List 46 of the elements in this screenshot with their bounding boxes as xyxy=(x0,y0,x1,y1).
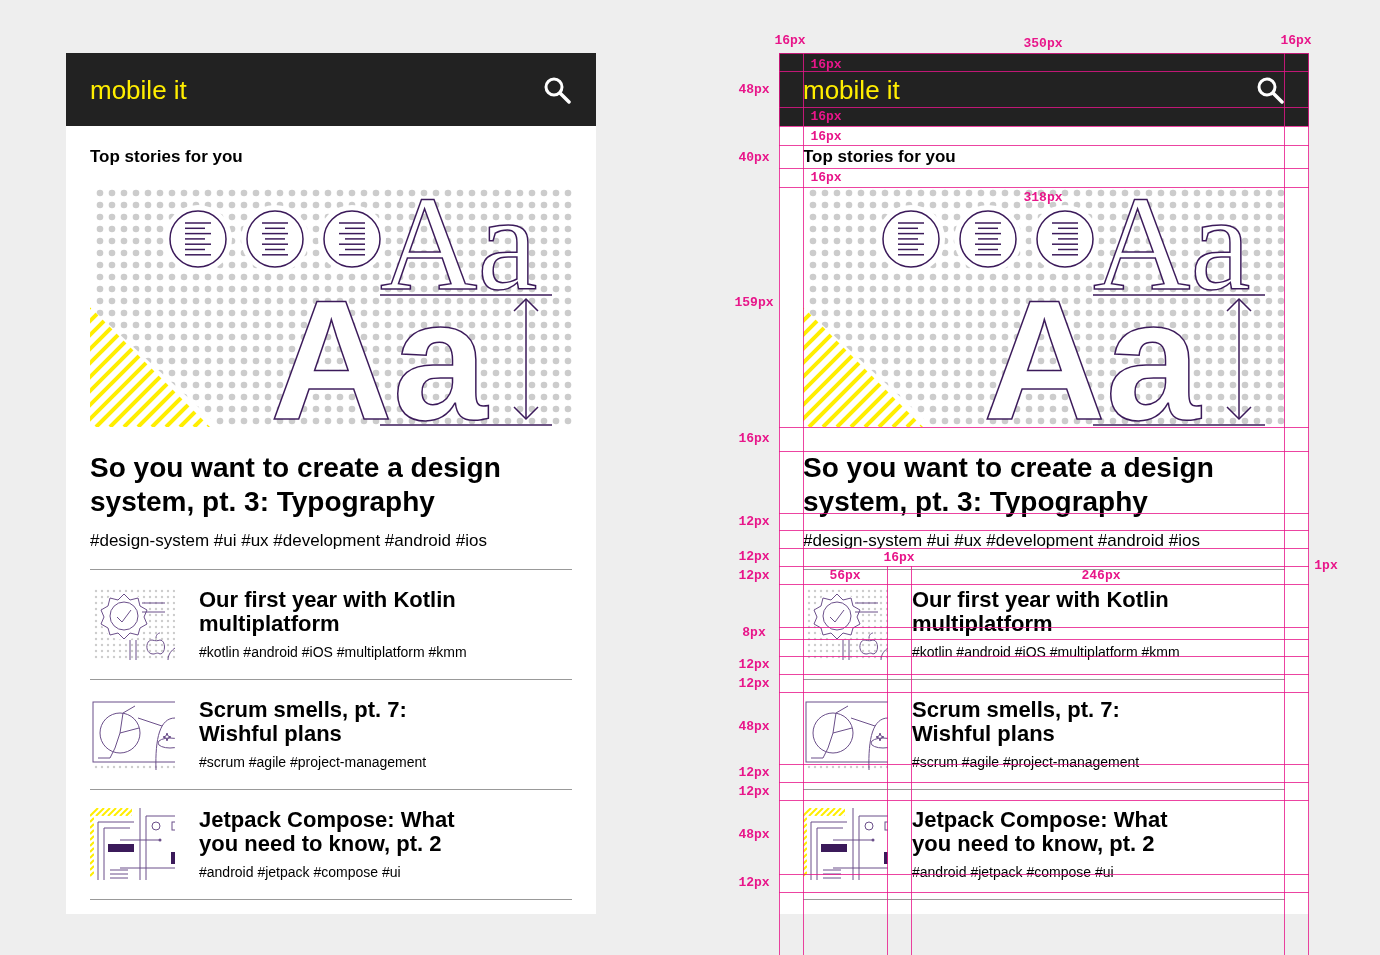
spacing-label: 16px xyxy=(883,550,915,564)
story-tags: #kotlin #android #iOS #multiplatform #kmm xyxy=(912,644,1180,661)
story-title[interactable]: Our first year with Kotlin multiplatform xyxy=(199,588,467,636)
spacing-label: 8px xyxy=(742,625,766,639)
spacing-label: 12px xyxy=(738,657,770,671)
spacing-label: 48px xyxy=(738,719,770,733)
story-title[interactable]: Scrum smells, pt. 7: Wishful plans xyxy=(912,698,1140,746)
spacing-label: 12px xyxy=(738,676,770,690)
spacing-label: 16px xyxy=(738,431,770,445)
search-icon xyxy=(543,75,571,104)
story-tags: #scrum #agile #project-management xyxy=(199,754,427,771)
spacing-label: 48px xyxy=(738,827,770,841)
spacing-label: 56px xyxy=(829,568,861,582)
app-title: mobile it xyxy=(803,76,900,103)
spacing-label: 16px xyxy=(810,170,842,184)
spacing-label: 12px xyxy=(738,568,770,582)
story-tags: #kotlin #android #iOS #multiplatform #kmm xyxy=(199,644,467,661)
featured-story-title[interactable]: So you want to create a design system, pt. 3: Typography xyxy=(90,451,572,519)
spacing-label: 16px xyxy=(1280,33,1312,47)
spacing-label: 12px xyxy=(738,875,770,889)
search-icon xyxy=(1256,75,1284,104)
spacing-label: 16px xyxy=(774,33,806,47)
spacing-label: 318px xyxy=(1023,190,1063,204)
spacing-label: 12px xyxy=(738,514,770,528)
spacing-label: 1px xyxy=(1314,558,1338,572)
section-title: Top stories for you xyxy=(90,147,243,166)
spacing-label: 16px xyxy=(810,57,842,71)
spacing-label: 16px xyxy=(810,129,842,143)
story-title[interactable]: Jetpack Compose: What you need to know, pt. 2 xyxy=(912,808,1168,856)
spacing-label: 246px xyxy=(1081,568,1121,582)
story-title[interactable]: Jetpack Compose: What you need to know, pt. 2 xyxy=(199,808,455,856)
featured-story-title[interactable]: So you want to create a design system, pt. 3: Typography xyxy=(803,451,1285,519)
height-arrow-icon xyxy=(513,297,539,421)
spacing-label: 350px xyxy=(1023,36,1063,50)
story-title[interactable]: Scrum smells, pt. 7: Wishful plans xyxy=(199,698,427,746)
spacing-label: 12px xyxy=(738,765,770,779)
height-arrow-icon xyxy=(1226,297,1252,421)
spacing-label: 159px xyxy=(734,295,774,309)
spacing-label: 48px xyxy=(738,82,770,96)
spacing-label: 12px xyxy=(738,784,770,798)
spacing-label: 12px xyxy=(738,549,770,563)
featured-story-tags: #design-system #ui #ux #development #android #ios xyxy=(90,531,572,551)
spacing-label: 16px xyxy=(810,109,842,123)
spacing-label: 40px xyxy=(738,150,770,164)
app-title: mobile it xyxy=(90,76,187,103)
story-tags: #android #jetpack #compose #ui xyxy=(199,864,455,881)
